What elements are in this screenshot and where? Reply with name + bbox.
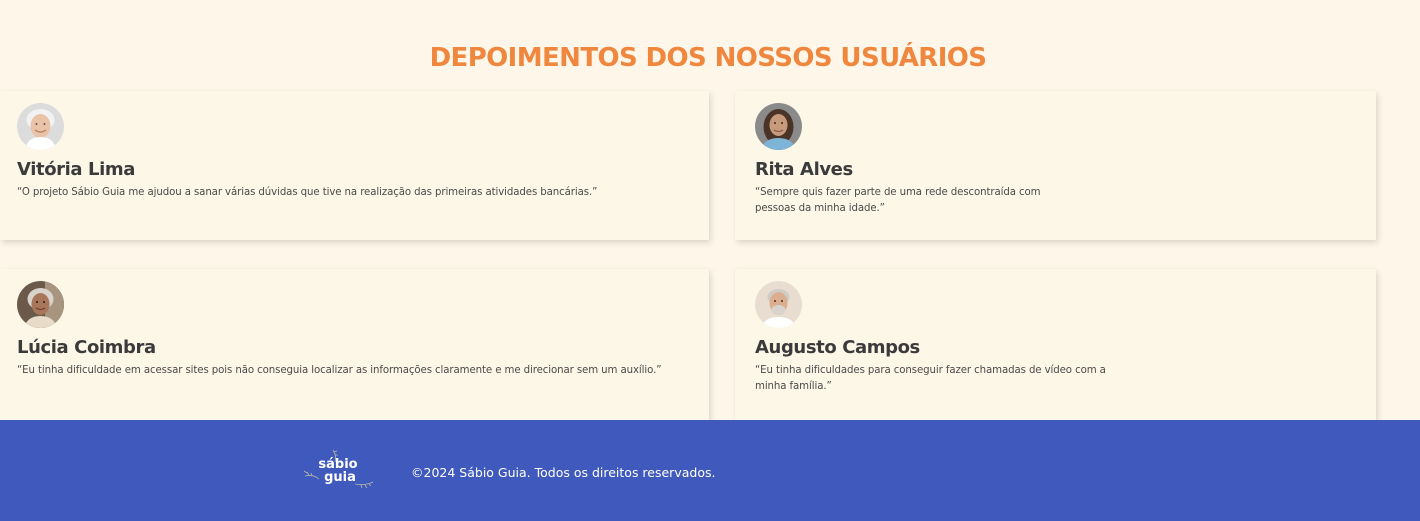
- avatar: [755, 281, 802, 328]
- testimonial-quote: “Eu tinha dificuldades para conseguir fa…: [755, 365, 1106, 392]
- avatar: [755, 103, 802, 150]
- copyright-text: ©2024 Sábio Guia. Todos os direitos rese…: [411, 465, 716, 480]
- sabio-guia-logo[interactable]: sábio guia: [299, 446, 377, 490]
- testimonial-quote: “Sempre quis fazer parte de uma rede des…: [755, 187, 1041, 214]
- section-title: DEPOIMENTOS DOS NOSSOS USUÁRIOS: [429, 43, 987, 73]
- testimonial-name: Lúcia Coimbra: [17, 337, 156, 358]
- testimonial-card: Lúcia Coimbra “Eu tinha dificuldade em a…: [0, 269, 709, 420]
- testimonial-card: Augusto Campos “Eu tinha dificuldades pa…: [735, 269, 1376, 420]
- testimonial-quote: “O projeto Sábio Guia me ajudou a sanar …: [17, 187, 598, 198]
- testimonial-name: Rita Alves: [755, 159, 853, 180]
- testimonial-quote: “Eu tinha dificuldade em acessar sites p…: [17, 365, 662, 376]
- testimonial-name: Augusto Campos: [755, 337, 920, 358]
- testimonial-card: Rita Alves “Sempre quis fazer parte de u…: [735, 91, 1376, 240]
- footer: sábio guia ©2024 Sábio Guia. Todos os di…: [0, 420, 1420, 521]
- avatar: [17, 281, 64, 328]
- testimonial-name: Vitória Lima: [17, 159, 135, 180]
- logo-line2: guia: [324, 470, 356, 485]
- testimonial-card: Vitória Lima “O projeto Sábio Guia me aj…: [0, 91, 709, 240]
- avatar: [17, 103, 64, 150]
